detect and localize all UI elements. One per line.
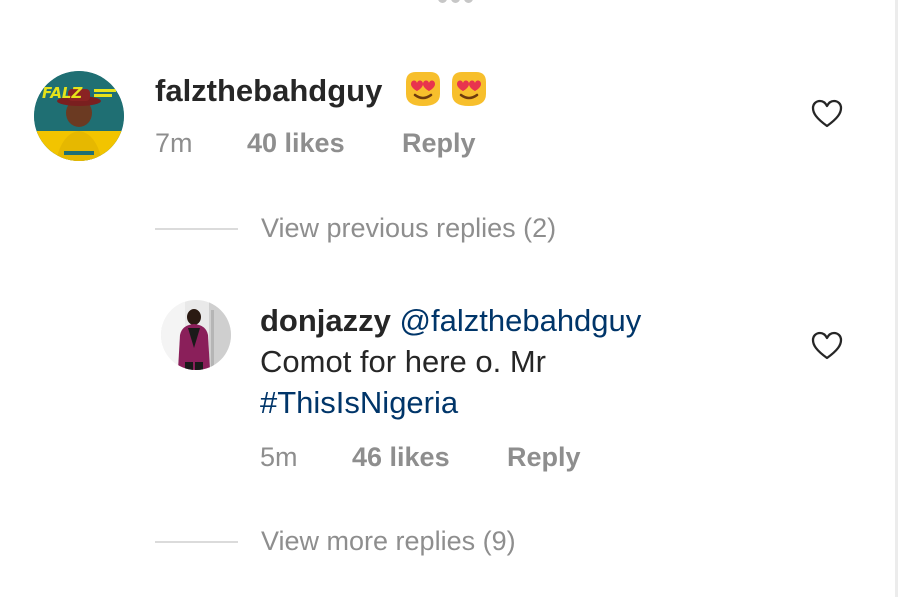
heart-eyes-emoji-icon	[448, 70, 490, 113]
reply-username[interactable]: donjazzy	[260, 303, 391, 338]
view-previous-replies-button[interactable]: View previous replies (2)	[155, 213, 556, 244]
reply-avatar[interactable]	[161, 300, 231, 370]
thread-line	[155, 227, 238, 230]
reply-mention-link[interactable]: @falzthebahdguy	[400, 303, 642, 338]
comment-emojis	[402, 70, 490, 113]
view-more-replies-label: View more replies (9)	[261, 526, 516, 556]
reply-timestamp: 5m	[260, 442, 298, 472]
comment-timestamp: 7m	[155, 128, 193, 158]
reply-likes-link[interactable]: 46 likes	[352, 442, 507, 473]
comment-likes-link[interactable]: 40 likes	[247, 128, 402, 159]
reply-hashtag-link[interactable]: #ThisIsNigeria	[260, 385, 458, 420]
comment-username[interactable]: falzthebahdguy	[155, 75, 382, 106]
svg-text:FALZ: FALZ	[42, 84, 83, 102]
thread-line	[155, 540, 238, 543]
reply-body: donjazzy @falzthebahdguy Comot for here …	[260, 300, 710, 423]
loading-dots	[438, 0, 473, 3]
reply-reply-button[interactable]: Reply	[507, 442, 581, 473]
heart-eyes-emoji-icon	[402, 70, 444, 113]
view-previous-replies-label: View previous replies (2)	[261, 213, 557, 243]
reply-text: Comot for here o. Mr	[260, 344, 546, 379]
comment-avatar[interactable]: FALZ	[34, 71, 124, 161]
heart-outline-icon[interactable]	[810, 99, 844, 129]
reply-meta: 5m 46 likes Reply	[260, 442, 581, 473]
heart-outline-icon[interactable]	[810, 331, 844, 361]
comment-meta: 7m 40 likes Reply	[155, 128, 476, 159]
view-more-replies-button[interactable]: View more replies (9)	[155, 526, 516, 557]
comment-reply-button[interactable]: Reply	[402, 128, 476, 159]
